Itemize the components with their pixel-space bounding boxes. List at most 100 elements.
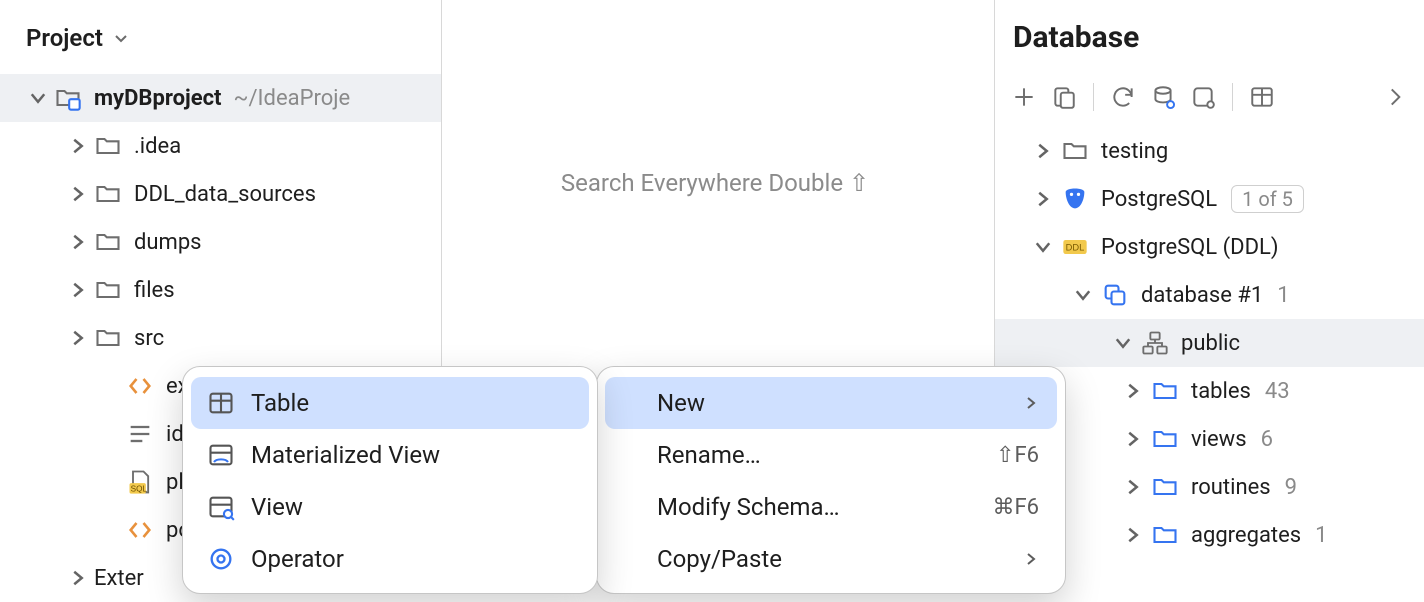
ddl-mapping-icon[interactable] [1051,84,1077,110]
project-folder-icon [54,84,82,112]
menu-item-label: Modify Schema… [657,493,992,521]
folder-icon [94,276,122,304]
db-item-count: 9 [1285,475,1297,500]
view-icon [207,493,235,521]
tree-item-label: .idea [134,134,181,159]
spacer-icon [100,472,120,492]
datasource-settings-icon[interactable] [1150,84,1176,110]
menu-item-rename[interactable]: Rename… ⇧F6 [605,429,1057,481]
menu-item-modify-schema[interactable]: Modify Schema… ⌘F6 [605,481,1057,533]
db-item-testing[interactable]: testing [995,127,1424,175]
chevron-right-icon [1033,141,1053,161]
folder-icon [1061,137,1089,165]
table-icon [207,389,235,417]
menu-item-new[interactable]: New [605,377,1057,429]
db-item-label: PostgreSQL (DDL) [1101,235,1279,260]
chevron-right-icon [68,280,88,300]
postgres-icon [1061,185,1089,213]
submenu-item-operator[interactable]: Operator [191,533,589,585]
spacer-icon [100,424,120,444]
db-item-label: database #1 [1141,283,1263,308]
submenu-item-view[interactable]: View [191,481,589,533]
ddl-icon: DDL [1061,233,1089,261]
new-submenu: Table Materialized View View Operator [182,366,598,594]
tree-item-idea[interactable]: .idea [0,122,441,170]
db-item-label: routines [1191,475,1271,500]
folder-icon [94,132,122,160]
chevron-down-icon [28,88,48,108]
db-item-postgres-ddl[interactable]: DDL PostgreSQL (DDL) [995,223,1424,271]
submenu-item-materialized-view[interactable]: Materialized View [191,429,589,481]
chevron-right-icon[interactable] [1382,84,1408,110]
folder-icon [1151,377,1179,405]
chevron-right-icon [1023,395,1039,411]
project-root-name: myDBproject [94,86,222,111]
add-icon[interactable] [1011,84,1037,110]
tree-item-dumps[interactable]: dumps [0,218,441,266]
chevron-right-icon [68,232,88,252]
menu-item-label: Copy/Paste [657,545,1023,573]
chevron-down-icon [1113,333,1133,353]
menu-item-copy-paste[interactable]: Copy/Paste [605,533,1057,585]
tree-item-label: files [134,278,175,303]
chevron-down-icon [1073,285,1093,305]
db-item-label: public [1181,331,1240,356]
db-item-count: 43 [1265,379,1290,404]
db-item-label: aggregates [1191,523,1301,548]
db-item-label: testing [1101,139,1168,164]
menu-item-label: Rename… [657,441,996,469]
spacer-icon [100,376,120,396]
tree-item-src[interactable]: src [0,314,441,362]
refresh-icon[interactable] [1110,84,1136,110]
tree-item-label: DDL_data_sources [134,182,316,207]
code-file-icon [126,516,154,544]
chevron-right-icon [1023,551,1039,567]
database-toolbar [995,71,1424,123]
schemas-icon [1101,281,1129,309]
code-file-icon [126,372,154,400]
folder-icon [94,228,122,256]
folder-icon [94,324,122,352]
svg-text:DDL: DDL [1066,243,1085,253]
tree-item-label: dumps [134,230,202,255]
chevron-down-icon [113,30,129,46]
tree-item-ddl[interactable]: DDL_data_sources [0,170,441,218]
db-item-count: 1 [1315,523,1327,548]
materialized-view-icon [207,441,235,469]
database-panel-title: Database [995,0,1424,71]
editor-empty-hint: Search Everywhere Double ⇧ [442,0,988,365]
menu-item-label: Operator [251,545,571,573]
chevron-right-icon [1123,429,1143,449]
tree-item-files[interactable]: files [0,266,441,314]
db-item-public[interactable]: public [995,319,1424,367]
svg-text:SQL: SQL [131,484,148,493]
db-item-postgres[interactable]: PostgreSQL 1 of 5 [995,175,1424,223]
context-menu: New Rename… ⇧F6 Modify Schema… ⌘F6 Copy/… [596,366,1066,594]
chevron-right-icon [1033,189,1053,209]
toolbar-separator [1093,83,1094,111]
db-item-count: 1 [1277,283,1289,308]
menu-item-label: Materialized View [251,441,571,469]
folder-icon [94,180,122,208]
stop-icon[interactable] [1190,84,1216,110]
chevron-right-icon [1123,381,1143,401]
chevron-right-icon [68,136,88,156]
db-item-count: 6 [1261,427,1273,452]
operator-icon [207,545,235,573]
tree-item-label: src [134,326,164,351]
menu-item-label: View [251,493,571,521]
db-item-database1[interactable]: database #1 1 [995,271,1424,319]
folder-icon [1151,521,1179,549]
menu-item-label: Table [251,389,571,417]
chevron-right-icon [1123,525,1143,545]
folder-icon [1151,473,1179,501]
submenu-item-table[interactable]: Table [191,377,589,429]
text-file-icon [126,420,154,448]
db-item-label: views [1191,427,1247,452]
project-panel-header[interactable]: Project [0,0,441,74]
spacer-icon [100,520,120,540]
chevron-right-icon [68,328,88,348]
search-everywhere-hint: Search Everywhere Double ⇧ [561,169,869,197]
project-root[interactable]: myDBproject ~/IdeaProje [0,74,441,122]
table-view-icon[interactable] [1249,84,1275,110]
